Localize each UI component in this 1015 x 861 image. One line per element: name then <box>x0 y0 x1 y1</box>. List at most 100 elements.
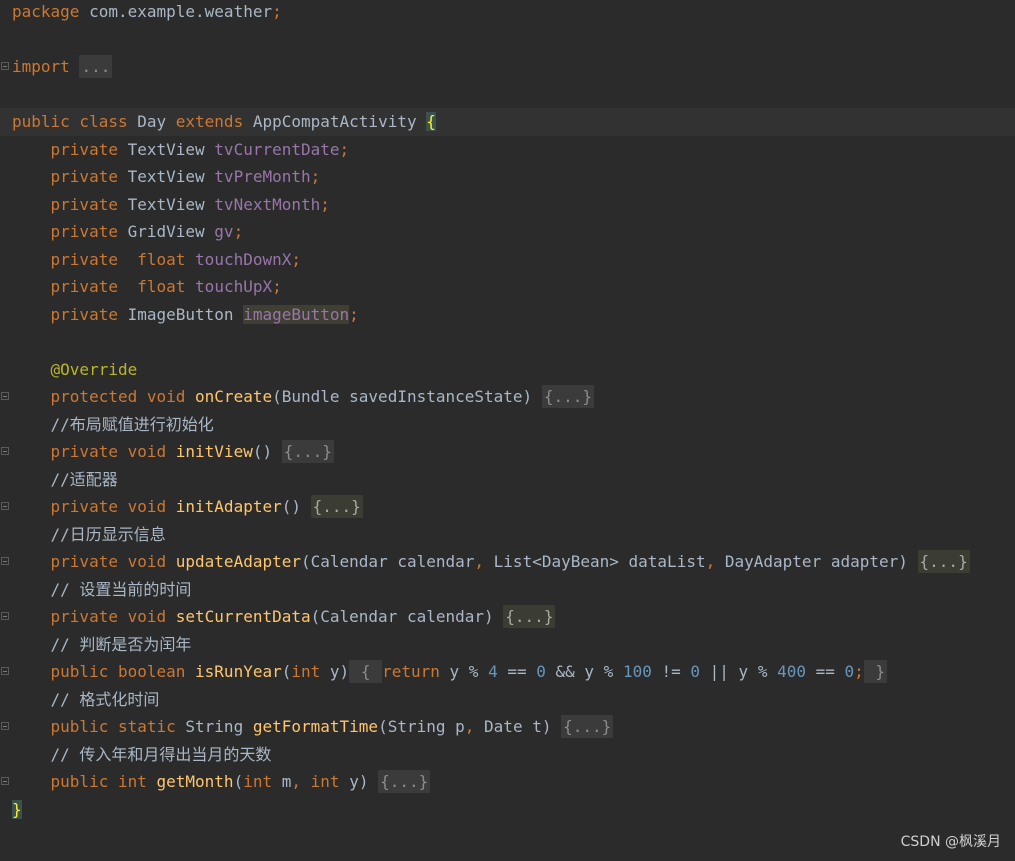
keyword: , <box>464 717 475 736</box>
code-line[interactable]: private TextView tvPreMonth; <box>0 163 1015 191</box>
code-content: public class Day extends AppCompatActivi… <box>12 108 436 136</box>
code-line[interactable]: private TextView tvNextMonth; <box>0 191 1015 219</box>
folded-region[interactable]: {...} <box>310 495 363 518</box>
code-line[interactable]: private TextView tvCurrentDate; <box>0 136 1015 164</box>
folded-region[interactable]: {...} <box>503 605 556 628</box>
code-line[interactable]: package com.example.weather; <box>0 0 1015 26</box>
comment: // 设置当前的时间 <box>50 579 192 599</box>
code-text: y) <box>339 772 379 791</box>
code-content: @Override <box>12 356 138 384</box>
code-line[interactable]: public class Day extends AppCompatActivi… <box>0 108 1015 136</box>
code-line[interactable]: private void updateAdapter(Calendar cale… <box>0 548 1015 576</box>
keyword: ; <box>233 222 244 241</box>
folded-region[interactable]: ... <box>79 55 113 78</box>
code-line[interactable]: // 传入年和月得出当月的天数 <box>0 741 1015 769</box>
number: 4 <box>488 662 498 681</box>
field-name: tvNextMonth <box>214 194 321 214</box>
code-content: public int getMonth(int m, int y) {...} <box>12 768 431 796</box>
code-line[interactable]: } <box>0 796 1015 824</box>
code-text: (Calendar calendar <box>301 552 475 571</box>
code-line[interactable]: private float touchUpX; <box>0 273 1015 301</box>
code-content: import ... <box>12 53 113 81</box>
keyword: public int <box>50 772 147 791</box>
code-content: //适配器 <box>12 466 118 494</box>
code-line[interactable]: import ... <box>0 53 1015 81</box>
fold-toggle-icon[interactable] <box>1 62 9 70</box>
code-line[interactable]: // 判断是否为闰年 <box>0 631 1015 659</box>
fold-toggle-icon[interactable] <box>1 557 9 565</box>
fold-toggle-icon[interactable] <box>1 777 9 785</box>
code-line[interactable] <box>0 81 1015 109</box>
code-text: com.example.weather <box>79 2 273 21</box>
code-line[interactable]: private GridView gv; <box>0 218 1015 246</box>
folded-region[interactable]: {...} <box>541 385 594 408</box>
keyword: private void <box>50 442 167 461</box>
code-text: (Bundle savedInstanceState) <box>272 387 542 406</box>
code-line[interactable]: private void setCurrentData(Calendar cal… <box>0 603 1015 631</box>
fold-toggle-icon[interactable] <box>1 667 9 675</box>
keyword: ; <box>291 249 302 269</box>
fold-toggle-icon[interactable] <box>1 722 9 730</box>
code-line[interactable]: public boolean isRunYear(int y) { return… <box>0 658 1015 686</box>
number: 0 <box>536 662 546 681</box>
code-text: != <box>651 662 691 681</box>
code-line[interactable] <box>0 328 1015 356</box>
code-line[interactable]: // 设置当前的时间 <box>0 576 1015 604</box>
method-name: updateAdapter <box>175 552 301 571</box>
fold-toggle-icon[interactable] <box>1 502 9 510</box>
fold-toggle-icon[interactable] <box>1 447 9 455</box>
keyword: public class <box>12 112 128 131</box>
code-line[interactable]: @Override <box>0 356 1015 384</box>
code-content: public boolean isRunYear(int y) { return… <box>12 658 888 686</box>
field-name: tvCurrentDate <box>214 139 340 159</box>
comment: // 判断是否为闰年 <box>50 634 192 654</box>
code-text: (Calendar calendar) <box>310 607 504 626</box>
code-line[interactable]: public int getMonth(int m, int y) {...} <box>0 768 1015 796</box>
code-editor[interactable]: package com.example.weather; import ... pu… <box>0 0 1015 861</box>
code-line[interactable]: private void initAdapter() {...} <box>0 493 1015 521</box>
keyword: public boolean <box>50 662 186 681</box>
fold-toggle-icon[interactable] <box>1 392 9 400</box>
code-content: } <box>12 796 22 824</box>
code-content: private float touchDownX; <box>12 246 301 274</box>
folded-region[interactable]: {...} <box>281 440 334 463</box>
code-line[interactable] <box>0 26 1015 54</box>
folded-region[interactable]: {...} <box>378 770 431 793</box>
code-line[interactable]: // 格式化时间 <box>0 686 1015 714</box>
folded-region[interactable]: } <box>863 660 888 683</box>
code-line[interactable]: protected void onCreate(Bundle savedInst… <box>0 383 1015 411</box>
keyword: package <box>12 2 80 21</box>
fold-toggle-icon[interactable] <box>1 612 9 620</box>
keyword: private void <box>50 497 167 516</box>
code-line[interactable]: //布局赋值进行初始化 <box>0 411 1015 439</box>
keyword: int <box>310 772 340 791</box>
keyword: import <box>12 57 70 76</box>
code-content: private TextView tvNextMonth; <box>12 191 330 219</box>
code-content: protected void onCreate(Bundle savedInst… <box>12 383 594 411</box>
code-line[interactable]: private void initView() {...} <box>0 438 1015 466</box>
code-line[interactable]: //适配器 <box>0 466 1015 494</box>
code-text: Date t) <box>474 717 562 736</box>
folded-region[interactable]: { <box>349 660 383 683</box>
code-line[interactable]: private float touchDownX; <box>0 246 1015 274</box>
folded-region[interactable]: {...} <box>561 715 614 738</box>
code-line[interactable]: public static String getFormatTime(Strin… <box>0 713 1015 741</box>
code-line[interactable]: //日历显示信息 <box>0 521 1015 549</box>
method-name: initAdapter <box>175 497 282 516</box>
keyword: private <box>50 167 118 186</box>
folded-region[interactable]: {...} <box>917 550 970 573</box>
code-line[interactable]: private ImageButton imageButton; <box>0 301 1015 329</box>
number: 400 <box>777 662 806 681</box>
keyword: int <box>291 662 321 681</box>
